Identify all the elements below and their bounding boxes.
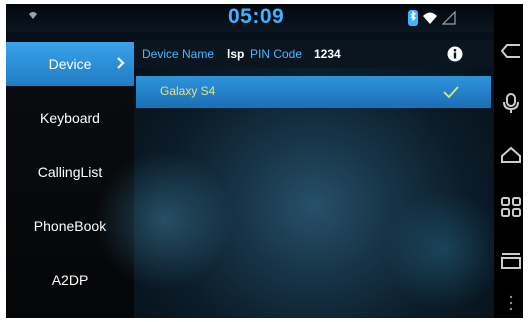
apps-icon[interactable] [500,196,522,218]
status-bar: 05:09 [6,4,494,32]
navigation-rail [494,4,523,318]
sidebar-item-keyboard[interactable]: Keyboard [6,96,134,140]
device-name: Galaxy S4 [160,84,216,98]
sidebar-item-label: A2DP [51,272,89,288]
wifi-icon [29,12,37,19]
pin-code-label: PIN Code [250,47,303,61]
recents-icon[interactable] [500,248,522,270]
status-icons [408,9,456,27]
device-name-value: lsp [227,47,245,61]
sidebar-item-label: Device [48,56,92,72]
device-panel: Device Name lsp PIN Code 1234 Galaxy S4 [94,40,504,318]
home-icon[interactable] [500,144,522,166]
info-icon[interactable] [447,46,463,62]
more-icon[interactable] [500,294,522,312]
microphone-icon[interactable] [500,92,522,114]
screen: 05:09 Device Keyboard CallingList PhoneB… [6,4,523,318]
sidebar-item-device[interactable]: Device [6,42,134,86]
bluetooth-icon [408,10,418,26]
device-name-label: Device Name [142,47,215,61]
clock: 05:09 [228,5,285,28]
device-list-item[interactable]: Galaxy S4 [136,76,491,108]
checkmark-icon [443,86,459,99]
sidebar-item-label: CallingList [37,164,103,180]
wifi-icon [423,12,437,24]
chevron-right-icon [117,57,125,69]
signal-icon [442,11,456,25]
device-info-header: Device Name lsp PIN Code 1234 [134,40,494,68]
pin-code-value: 1234 [314,47,341,61]
sidebar-item-label: Keyboard [40,110,100,126]
back-icon[interactable] [500,40,522,62]
